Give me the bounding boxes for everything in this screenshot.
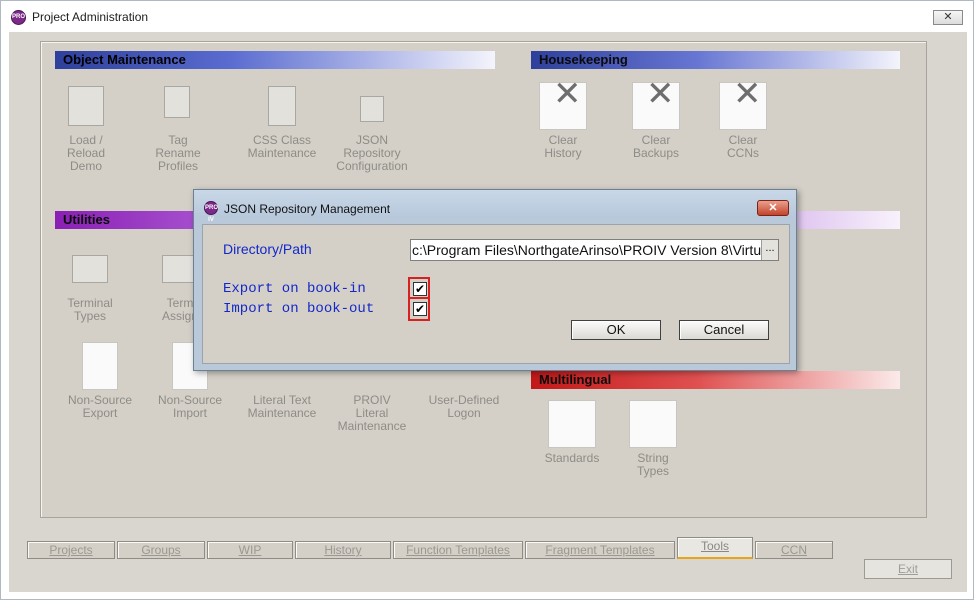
tool-load-reload-demo[interactable]: Load / Reload Demo: [41, 82, 131, 173]
tab-history[interactable]: History: [295, 541, 391, 559]
export-on-book-in-label: Export on book-in: [223, 281, 366, 297]
tab-ccn[interactable]: CCN: [755, 541, 833, 559]
standards-icon: [548, 400, 596, 448]
tool-label: JSON Repository Configuration: [336, 133, 408, 173]
tab-projects[interactable]: Projects: [27, 541, 115, 559]
section-object-maintenance: Object Maintenance: [55, 51, 495, 69]
clear-ccns-icon: ✕: [719, 77, 767, 130]
tool-label: Clear History: [544, 133, 582, 160]
tab-wip[interactable]: WIP: [207, 541, 293, 559]
tool-label: Clear CCNs: [727, 133, 759, 160]
cancel-button[interactable]: Cancel: [679, 320, 769, 340]
exit-button[interactable]: Exit: [864, 559, 952, 579]
string-types-icon: [629, 400, 677, 448]
tool-standards[interactable]: Standards: [527, 400, 617, 465]
ok-button[interactable]: OK: [571, 320, 661, 340]
export-document-icon: [76, 342, 124, 390]
tool-clear-ccns[interactable]: ✕ Clear CCNs: [698, 77, 788, 160]
tool-label: User-Defined Logon: [428, 393, 500, 420]
tab-function-templates[interactable]: Function Templates: [393, 541, 523, 559]
title-bar: PRO IV Project Administration ✕: [1, 1, 973, 33]
import-on-book-out-label: Import on book-out: [223, 301, 375, 317]
tool-label: Tag Rename Profiles: [155, 133, 201, 173]
tool-css-class-maintenance[interactable]: CSS Class Maintenance: [237, 82, 327, 160]
demo-icon: [62, 82, 110, 130]
tab-groups[interactable]: Groups: [117, 541, 205, 559]
tool-string-types[interactable]: String Types: [608, 400, 698, 478]
tab-fragment-templates[interactable]: Fragment Templates: [525, 541, 675, 559]
import-on-book-out-checkbox[interactable]: ✔: [413, 302, 427, 316]
css-icon: [258, 82, 306, 130]
json-stack-icon: [348, 82, 396, 130]
dialog-title-bar: PRO IV JSON Repository Management ✕: [194, 190, 796, 223]
window-close-button[interactable]: ✕: [933, 10, 963, 25]
proiv-logo-icon: PRO IV: [204, 201, 218, 223]
tool-label: Terminal Types: [67, 296, 113, 323]
directory-path-field[interactable]: c:\Program Files\NorthgateArinso\PROIV V…: [410, 239, 779, 261]
dialog-body: Directory/Path c:\Program Files\Northgat…: [202, 224, 790, 364]
directory-path-label: Directory/Path: [223, 241, 312, 257]
tool-clear-history[interactable]: ✕ Clear History: [518, 77, 608, 160]
terminal-icon: [66, 245, 114, 293]
tool-label: Clear Backups: [632, 133, 680, 160]
tool-json-repository-configuration[interactable]: JSON Repository Configuration: [327, 82, 417, 173]
window-title: Project Administration: [32, 10, 149, 24]
directory-path-value: c:\Program Files\NorthgateArinso\PROIV V…: [412, 242, 779, 258]
tool-label: Non-Source Export: [67, 393, 133, 420]
tool-label: Standards: [544, 451, 600, 465]
tab-tools[interactable]: Tools: [677, 537, 753, 559]
tool-label: PROIV Literal Maintenance: [337, 393, 407, 433]
browse-button[interactable]: ...: [761, 240, 778, 260]
dialog-title: JSON Repository Management: [224, 202, 391, 216]
export-on-book-in-checkbox[interactable]: ✔: [413, 282, 427, 296]
tool-clear-backups[interactable]: ✕ Clear Backups: [611, 77, 701, 160]
tool-tag-rename-profiles[interactable]: Tag Rename Profiles: [133, 82, 223, 173]
section-multilingual: Multilingual: [531, 371, 900, 389]
tool-label: String Types: [636, 451, 669, 478]
clear-history-icon: ✕: [539, 77, 587, 130]
json-repository-dialog: PRO IV JSON Repository Management ✕ Dire…: [193, 189, 797, 371]
proiv-logo-icon: PRO IV: [11, 10, 26, 33]
tool-non-source-export[interactable]: Non-Source Export: [55, 342, 145, 420]
dialog-close-button[interactable]: ✕: [757, 200, 789, 216]
tool-terminal-types[interactable]: Terminal Types: [45, 245, 135, 323]
clear-backups-icon: ✕: [632, 77, 680, 130]
tool-label: Non-Source Import: [157, 393, 223, 420]
section-housekeeping: Housekeeping: [531, 51, 900, 69]
tag-icon: [154, 82, 202, 130]
tool-label: Load / Reload Demo: [66, 133, 106, 173]
tool-label: CSS Class Maintenance: [247, 133, 317, 160]
tool-label: Literal Text Maintenance: [247, 393, 317, 420]
